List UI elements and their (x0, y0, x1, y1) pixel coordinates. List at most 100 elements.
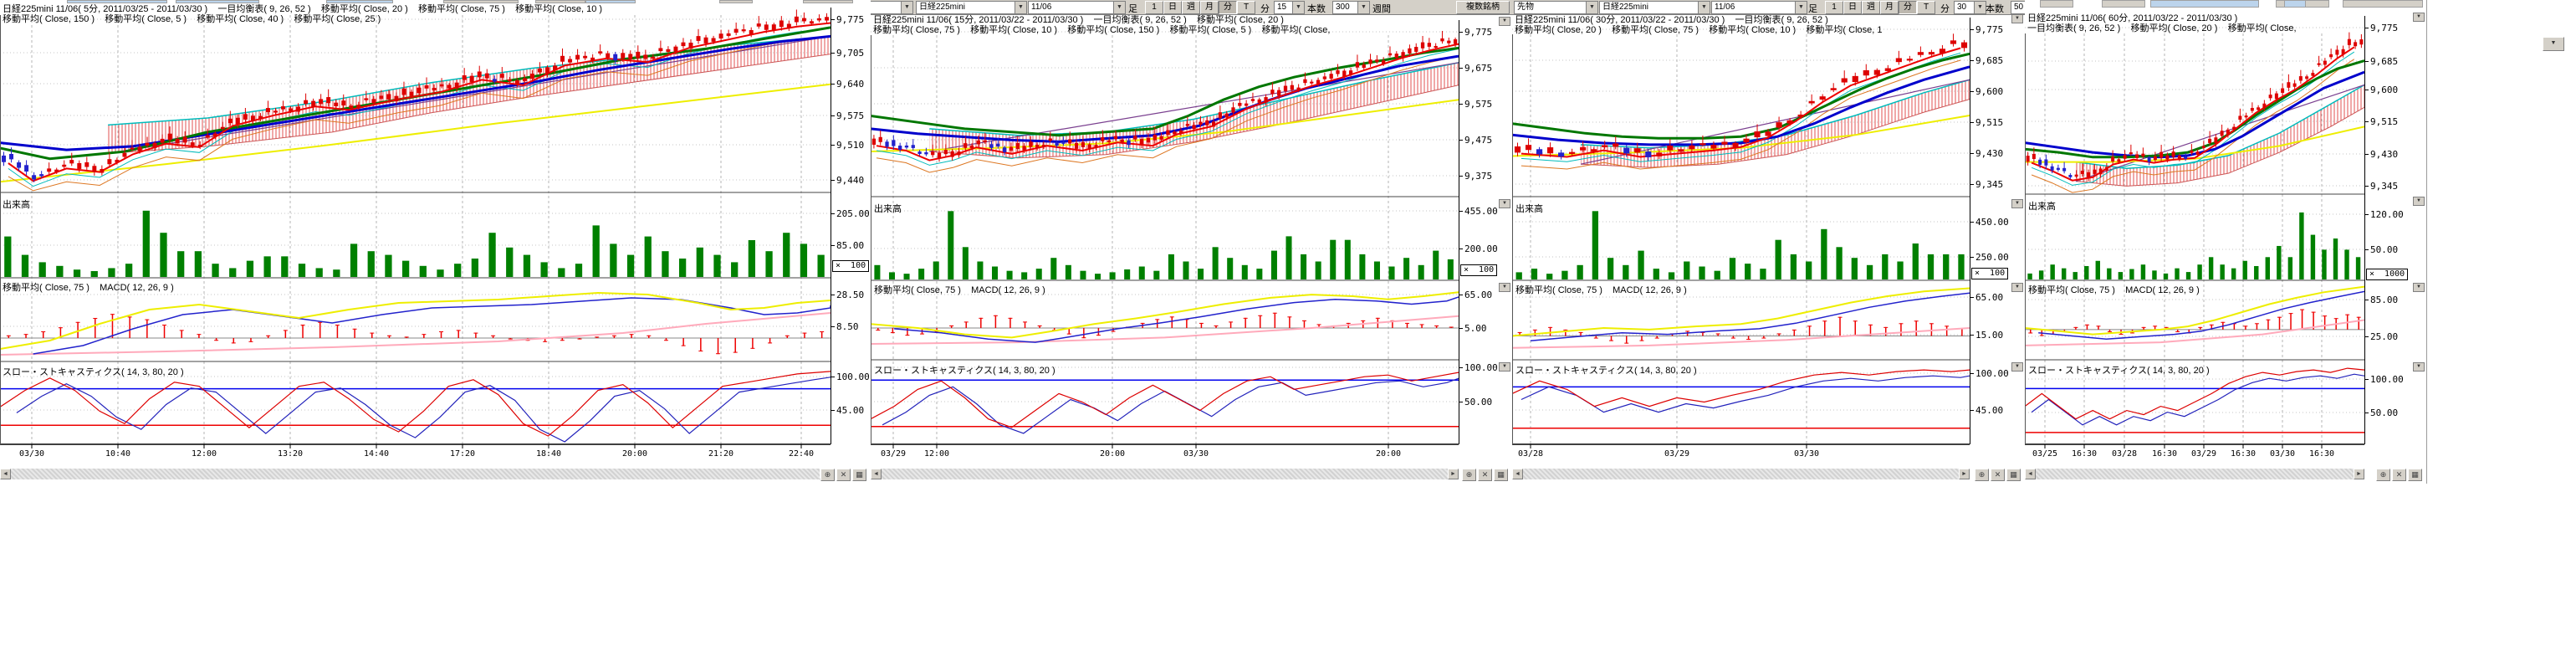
scroll-left-icon[interactable]: ◄ (1512, 469, 1523, 479)
axis-tick (1970, 184, 1974, 185)
time-axis-label: 16:30 (2231, 449, 2256, 459)
collapse-pane-icon[interactable]: ▼ (2413, 283, 2425, 292)
chevron-down-icon[interactable]: ▼ (1015, 2, 1026, 13)
scroll-right-icon[interactable]: ► (1959, 469, 1970, 479)
axis-tick-label: 100.00 (1975, 368, 2009, 379)
scroll-left-icon[interactable]: ◄ (2025, 469, 2036, 479)
chart-canvas (0, 0, 831, 448)
period-button-1[interactable]: 日 (1843, 1, 1862, 14)
chevron-down-icon[interactable]: ▼ (2543, 37, 2564, 51)
count-label: 本数 (1307, 2, 1326, 15)
axis-tick (1459, 211, 1463, 212)
chart-canvas (2025, 0, 2364, 448)
time-axis-label: 17:20 (450, 449, 475, 459)
contract-select[interactable]: 11/06▼ (1028, 1, 1126, 14)
time-axis-label: 03/28 (2112, 449, 2137, 459)
scrollbar-track[interactable] (1523, 469, 1959, 479)
close-icon[interactable]: ✕ (836, 469, 851, 481)
scrollbar-track[interactable] (2036, 469, 2354, 479)
period-button-4[interactable]: 分 (1899, 1, 1917, 14)
grid-icon[interactable]: ▦ (2408, 469, 2422, 481)
instrument-select[interactable]: 日経225mini▼ (916, 1, 1027, 14)
collapse-pane-icon[interactable]: ▼ (2011, 362, 2023, 372)
grid-icon[interactable]: ▦ (2006, 469, 2021, 481)
axis-tick-label: 85.00 (2370, 295, 2398, 305)
collapse-pane-icon[interactable]: ▼ (1499, 199, 1510, 208)
chevron-down-icon[interactable]: ▼ (901, 2, 912, 13)
collapse-pane-icon[interactable]: ▼ (2011, 14, 2023, 23)
chevron-down-icon[interactable]: ▼ (1113, 2, 1125, 13)
close-icon[interactable]: ✕ (1478, 469, 1492, 481)
count-select[interactable]: 300▼ (1332, 1, 1370, 14)
zoom-icon[interactable]: ⊕ (1975, 469, 1989, 481)
h-scrollbar[interactable]: ◄► (2025, 469, 2364, 479)
time-axis-label: 03/29 (1664, 449, 1689, 459)
period-button-3[interactable]: 月 (1200, 1, 1219, 14)
chart-header-line2: 移動平均( Close, 75 ) 移動平均( Close, 10 ) 移動平均… (873, 25, 1330, 35)
count-select[interactable]: 50▼ (2011, 1, 2025, 14)
period-button-3[interactable]: 月 (1880, 1, 1899, 14)
scrollbar-track[interactable] (11, 469, 820, 479)
axis-tick-label: 50.00 (1464, 397, 1492, 407)
time-axis-label: 16:30 (2152, 449, 2177, 459)
collapse-pane-icon[interactable]: ▼ (1499, 362, 1510, 372)
zoom-icon[interactable]: ⊕ (820, 469, 835, 481)
axis-tick (2364, 214, 2369, 215)
zoom-icon[interactable]: ⊕ (1462, 469, 1476, 481)
axis-tick-label: 205.00 (836, 208, 870, 219)
axis-tick (2364, 336, 2369, 337)
period-button-4[interactable]: 分 (1219, 1, 1237, 14)
instrument-select[interactable]: 日経225mini▼ (1599, 1, 1710, 14)
collapse-pane-icon[interactable]: ▼ (1499, 283, 1510, 292)
period-button-2[interactable]: 週 (1182, 1, 1200, 14)
grid-icon[interactable]: ▦ (852, 469, 866, 481)
scrollbar-track[interactable] (882, 469, 1448, 479)
collapse-pane-icon[interactable]: ▼ (2413, 197, 2425, 206)
instrument-type-select[interactable]: 先物▼ (1514, 1, 1598, 14)
axis-tick-label: 200.00 (1464, 243, 1498, 254)
period-button-2[interactable]: 週 (1862, 1, 1880, 14)
axis-tick-label: 100.00 (2370, 374, 2404, 385)
chevron-down-icon[interactable]: ▼ (1795, 2, 1807, 13)
axis-tick-label: 9,600 (1975, 86, 2003, 97)
period-button-0[interactable]: 1 (1145, 1, 1163, 14)
multi-symbol-button[interactable]: 複数銘柄 (1456, 1, 1510, 14)
axis-tick-label: 9,515 (2370, 116, 2398, 127)
axis-tick-label: 9,775 (2370, 23, 2398, 33)
h-scrollbar[interactable]: ◄► (1512, 469, 1970, 479)
chevron-down-icon[interactable]: ▼ (1292, 2, 1304, 13)
period-button-5[interactable]: T (1917, 1, 1935, 14)
collapse-pane-icon[interactable]: ▼ (2413, 13, 2425, 22)
chevron-down-icon[interactable]: ▼ (1698, 2, 1710, 13)
scroll-right-icon[interactable]: ► (1448, 469, 1459, 479)
axis-tick (2364, 379, 2369, 380)
zoom-icon[interactable]: ⊕ (2376, 469, 2390, 481)
chevron-down-icon[interactable]: ▼ (1357, 2, 1369, 13)
collapse-pane-icon[interactable]: ▼ (2011, 199, 2023, 208)
h-scrollbar[interactable]: ◄► (0, 469, 831, 479)
time-axis-label: 03/28 (1518, 449, 1543, 459)
minute-select[interactable]: 30▼ (1954, 1, 1986, 14)
period-button-0[interactable]: 1 (1825, 1, 1843, 14)
scroll-left-icon[interactable]: ◄ (871, 469, 882, 479)
close-icon[interactable]: ✕ (1991, 469, 2005, 481)
h-scrollbar[interactable]: ◄► (871, 469, 1459, 479)
instrument-type-select[interactable]: 先物▼ (871, 1, 913, 14)
chevron-down-icon[interactable]: ▼ (1586, 2, 1597, 13)
axis-tick-label: 9,475 (1464, 135, 1492, 146)
time-axis-label: 12:00 (192, 449, 217, 459)
contract-select[interactable]: 11/06▼ (1711, 1, 1807, 14)
scroll-left-icon[interactable]: ◄ (0, 469, 11, 479)
collapse-pane-icon[interactable]: ▼ (2011, 283, 2023, 292)
close-icon[interactable]: ✕ (2392, 469, 2406, 481)
collapse-pane-icon[interactable]: ▼ (1499, 17, 1510, 26)
axis-tick-label: 9,515 (1975, 117, 2003, 128)
scroll-right-icon[interactable]: ► (2354, 469, 2364, 479)
chevron-down-icon[interactable]: ▼ (1974, 2, 1986, 13)
minute-select[interactable]: 15▼ (1274, 1, 1305, 14)
collapse-pane-icon[interactable]: ▼ (2413, 362, 2425, 372)
period-button-5[interactable]: T (1237, 1, 1255, 14)
grid-icon[interactable]: ▦ (1494, 469, 1508, 481)
period-button-1[interactable]: 日 (1163, 1, 1182, 14)
time-axis-label: 03/30 (1794, 449, 1819, 459)
